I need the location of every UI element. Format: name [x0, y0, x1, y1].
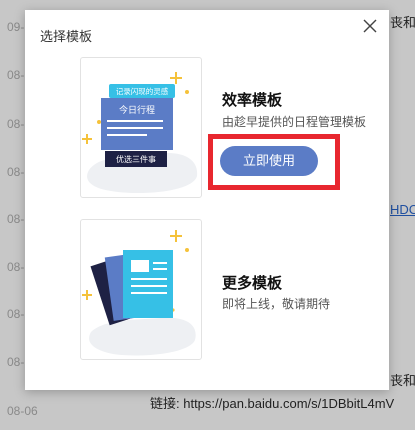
thumb-footer: 优选三件事: [116, 154, 156, 164]
date-label: 08-: [7, 68, 25, 82]
more-templates-thumbnail[interactable]: [80, 219, 202, 360]
date-label: 09-: [7, 20, 25, 34]
bg-link-fragment[interactable]: HDC: [390, 202, 415, 217]
efficiency-template-title: 效率模板: [222, 92, 283, 109]
more-templates-description: 即将上线，敬请期待: [222, 297, 331, 311]
date-label: 08-: [7, 165, 25, 179]
date-label: 08-: [7, 355, 25, 369]
highlight-annotation-box: [208, 134, 340, 190]
dialog-title: 选择模板: [40, 29, 93, 44]
thumb-tag: 记录闪现的灵感: [116, 86, 169, 96]
bg-snippet: 丧和: [390, 15, 415, 30]
template-picker-dialog: 选择模板 记录闪现的灵感 今日行程 优选三件事 效率模板 由趁早提供的日程管理模…: [25, 10, 389, 390]
bg-snippet: 丧和: [390, 373, 415, 388]
more-templates-title: 更多模板: [222, 275, 283, 292]
close-icon[interactable]: [362, 18, 378, 34]
date-label: 08-: [7, 307, 25, 321]
document-stack-icon: [90, 250, 173, 326]
bg-link-line: 链接: https://pan.baidu.com/s/1DBbitL4mV: [150, 396, 395, 411]
date-label: 08-: [7, 212, 25, 226]
efficiency-template-description: 由趁早提供的日程管理模板: [222, 115, 367, 129]
date-label: 08-: [7, 260, 25, 274]
date-label: 08-06: [7, 404, 38, 418]
date-label: 08-: [7, 117, 25, 131]
thumb-card-title: 今日行程: [119, 104, 155, 115]
efficiency-template-thumbnail[interactable]: 记录闪现的灵感 今日行程 优选三件事: [80, 57, 202, 198]
